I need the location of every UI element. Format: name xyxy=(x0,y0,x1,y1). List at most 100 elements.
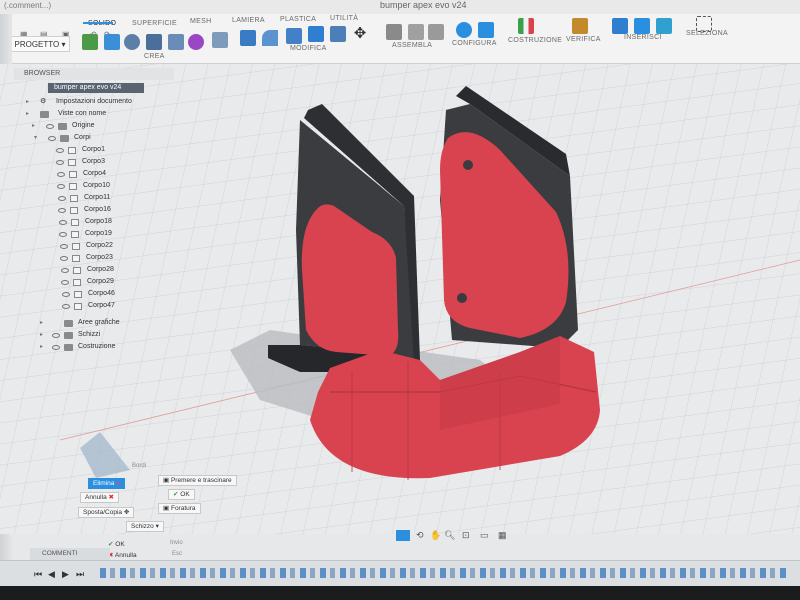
mesh-tool-icon[interactable] xyxy=(212,32,228,48)
tab-superficie[interactable]: SUPERFICIE xyxy=(132,20,177,27)
visibility-eye-icon[interactable] xyxy=(60,256,68,261)
form-icon[interactable] xyxy=(188,34,204,50)
press-pull-icon[interactable] xyxy=(240,30,256,46)
visibility-eye-icon[interactable] xyxy=(48,136,56,141)
tab-utilita[interactable]: UTILITÀ xyxy=(330,15,358,22)
table-icon[interactable] xyxy=(478,22,494,38)
visibility-eye-icon[interactable] xyxy=(56,148,64,153)
new-sketch-icon[interactable] xyxy=(82,34,98,50)
timeline-end-icon[interactable]: ⏭ xyxy=(76,569,84,580)
extrude-icon[interactable] xyxy=(104,34,120,50)
insert-text-icon[interactable] xyxy=(634,18,650,34)
visibility-eye-icon[interactable] xyxy=(62,292,70,297)
timeline-prev-icon[interactable]: ◀ xyxy=(48,569,55,580)
construct-plane-icon[interactable] xyxy=(518,18,534,34)
group-assembla[interactable]: ASSEMBLA xyxy=(392,42,432,49)
fillet-icon[interactable] xyxy=(262,30,278,46)
ok-button-label: OK xyxy=(180,491,190,498)
revolve-icon[interactable] xyxy=(124,34,140,50)
press-pull-button-label: Premere e trascinare xyxy=(170,477,232,484)
pattern-icon[interactable] xyxy=(168,34,184,50)
visibility-eye-icon[interactable] xyxy=(59,220,67,225)
move-icon: ✥ xyxy=(123,509,130,516)
browser-header[interactable]: BROWSER xyxy=(14,68,174,80)
group-seleziona[interactable]: SELEZIONA xyxy=(686,30,728,37)
hole-icon[interactable] xyxy=(146,34,162,50)
chamfer-icon[interactable] xyxy=(286,28,302,44)
right-pad-bolt-top[interactable] xyxy=(463,160,473,170)
visibility-eye-icon[interactable] xyxy=(59,232,67,237)
hole-button[interactable]: ▣ Foratura xyxy=(158,503,201,514)
tab-mesh[interactable]: MESH xyxy=(190,18,211,25)
folder-icon xyxy=(58,123,67,130)
visibility-eye-icon[interactable] xyxy=(62,304,70,309)
visibility-eye-icon[interactable] xyxy=(58,208,66,213)
group-configura[interactable]: CONFIGURA xyxy=(452,40,497,47)
parameters-icon[interactable] xyxy=(456,22,472,38)
display-settings-icon[interactable] xyxy=(396,530,410,541)
dialog-title: Bordi xyxy=(132,463,147,469)
zoom-icon[interactable]: 🔍︎ xyxy=(444,530,455,541)
group-verifica[interactable]: VERIFICA xyxy=(566,36,601,43)
group-crea[interactable]: CREA xyxy=(144,53,165,60)
delete-button[interactable]: Elimina ● xyxy=(88,478,126,489)
joint-icon[interactable] xyxy=(386,24,402,40)
visibility-eye-icon[interactable] xyxy=(60,244,68,249)
document-title: bumper apex evo v24 xyxy=(380,0,467,10)
body-icon xyxy=(68,147,76,154)
visibility-eye-icon[interactable] xyxy=(56,160,64,165)
measure-icon[interactable] xyxy=(572,18,588,34)
right-pad-bolt-bottom[interactable] xyxy=(457,293,467,303)
as-built-joint-icon[interactable] xyxy=(408,24,424,40)
insert-image-icon[interactable] xyxy=(656,18,672,34)
tree-item-label: Corpo23 xyxy=(86,254,113,261)
workspace-button[interactable]: PROGETTO ▾ xyxy=(10,36,70,52)
visibility-eye-icon[interactable] xyxy=(58,196,66,201)
visibility-eye-icon[interactable] xyxy=(52,333,60,338)
body-icon xyxy=(70,207,78,214)
tree-item-label: Corpo47 xyxy=(88,302,115,309)
tab-lamiera[interactable]: LAMIERA xyxy=(232,17,265,24)
body-icon xyxy=(68,159,76,166)
comments-panel[interactable]: COMMENTI xyxy=(30,548,110,560)
pan-icon[interactable]: ✋ xyxy=(430,530,441,541)
visibility-eye-icon[interactable] xyxy=(61,268,69,273)
fit-icon[interactable]: ⊡ xyxy=(462,530,470,541)
visibility-eye-icon[interactable] xyxy=(46,124,54,129)
tab-plastica[interactable]: PLASTICA xyxy=(280,16,316,23)
group-costruzione[interactable]: COSTRUZIONE xyxy=(508,37,562,44)
grid-settings-icon[interactable]: ▦ xyxy=(498,530,507,541)
motion-link-icon[interactable] xyxy=(428,24,444,40)
group-inserisci[interactable]: INSERISCI xyxy=(624,34,662,41)
tree-item-label: Corpo46 xyxy=(88,290,115,297)
timeline-start-icon[interactable]: ⏮ xyxy=(34,569,42,580)
press-pull-button[interactable]: ▣ Premere e trascinare xyxy=(158,475,237,486)
insert-derive-icon[interactable] xyxy=(612,18,628,34)
confirm-cancel-label: Annulla xyxy=(114,552,137,559)
timeline-features[interactable] xyxy=(100,568,790,578)
active-tab-indicator xyxy=(83,14,113,24)
tree-item-label: Corpo18 xyxy=(85,218,112,225)
combine-icon[interactable] xyxy=(330,26,346,42)
move-copy-button[interactable]: Sposta/Copia ✥ xyxy=(78,507,135,518)
shell-icon[interactable] xyxy=(308,26,324,42)
press-pull-icon: ▣ xyxy=(163,477,170,484)
move-icon[interactable]: ✥ xyxy=(352,26,368,42)
timeline-play-icon[interactable]: ▶ xyxy=(62,569,69,580)
browser-panel: BROWSER bumper apex evo v24 ▸ ⚙ Impostaz… xyxy=(14,68,174,368)
group-modifica[interactable]: MODIFICA xyxy=(290,45,327,52)
gear-icon: ⚙ xyxy=(40,98,47,105)
cancel-button[interactable]: Annulla ✖ xyxy=(80,492,119,503)
visibility-eye-icon[interactable] xyxy=(52,345,60,350)
hole-button-label: Foratura xyxy=(170,505,196,512)
document-node[interactable]: bumper apex evo v24 xyxy=(48,83,144,93)
body-icon xyxy=(74,303,82,310)
folder-icon xyxy=(60,135,69,142)
close-icon: ✖ xyxy=(108,494,114,501)
visual-style-icon[interactable]: ▭ xyxy=(480,530,489,541)
visibility-eye-icon[interactable] xyxy=(57,172,65,177)
ok-button[interactable]: ✔ OK xyxy=(168,489,195,500)
visibility-eye-icon[interactable] xyxy=(57,184,65,189)
orbit-icon[interactable]: ⟲ xyxy=(416,530,424,541)
visibility-eye-icon[interactable] xyxy=(61,280,69,285)
